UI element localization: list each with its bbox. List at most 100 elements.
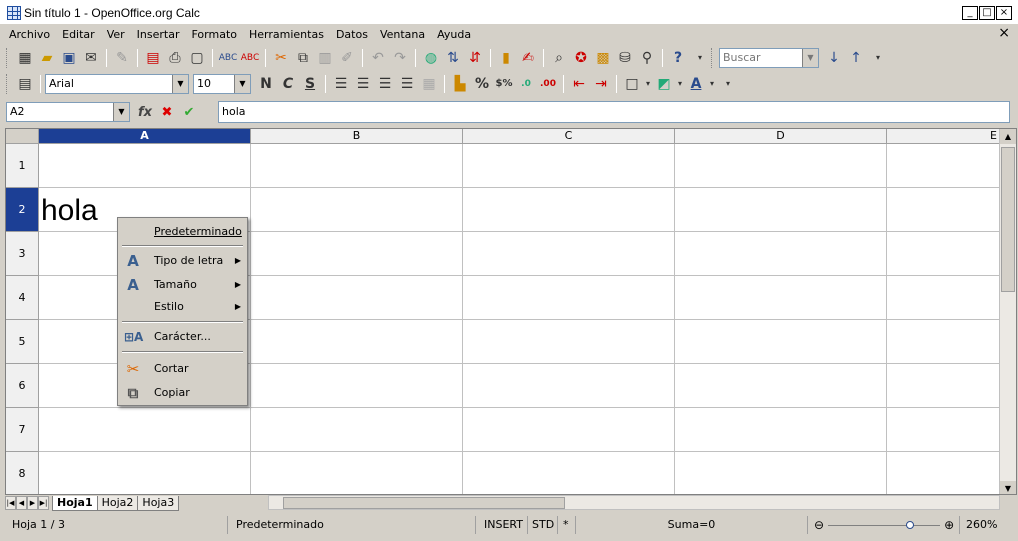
status-page-style[interactable]: Predeterminado — [228, 516, 476, 534]
chart-icon[interactable]: ▮ — [496, 48, 516, 68]
status-selection-mode[interactable]: STD — [528, 516, 558, 534]
sheet-tab-hoja2[interactable]: Hoja2 — [96, 495, 139, 511]
search-combo[interactable]: Buscar ▼ — [719, 48, 819, 68]
row-header-8[interactable]: 8 — [6, 452, 39, 494]
styles-formatting-icon[interactable]: ▤ — [15, 74, 35, 94]
merge-cells-icon[interactable]: ▦ — [419, 74, 439, 94]
status-zoom[interactable]: 260% — [960, 516, 1000, 534]
menu-editar[interactable]: Editar — [56, 28, 101, 41]
email-icon[interactable]: ✉ — [81, 48, 101, 68]
menu-ayuda[interactable]: Ayuda — [431, 28, 477, 41]
increase-indent-icon[interactable]: ⇥ — [591, 74, 611, 94]
toolbar-options-icon[interactable]: ▾ — [690, 48, 710, 68]
cut-icon[interactable]: ✂ — [271, 48, 291, 68]
find-previous-icon[interactable]: ↑ — [846, 48, 866, 68]
column-header-e[interactable]: E — [887, 129, 1000, 144]
underline-button[interactable]: S — [300, 74, 320, 94]
font-name-combo[interactable]: Arial ▼ — [45, 74, 189, 94]
menu-herramientas[interactable]: Herramientas — [243, 28, 330, 41]
align-center-icon[interactable]: ☰ — [353, 74, 373, 94]
sort-ascending-icon[interactable]: ⇅ — [443, 48, 463, 68]
menu-datos[interactable]: Datos — [330, 28, 374, 41]
menu-insertar[interactable]: Insertar — [131, 28, 186, 41]
row-header-5[interactable]: 5 — [6, 320, 39, 364]
sort-descending-icon[interactable]: ⇵ — [465, 48, 485, 68]
data-sources-icon[interactable]: ⛁ — [615, 48, 635, 68]
row-header-3[interactable]: 3 — [6, 232, 39, 276]
toolbar-grip[interactable] — [6, 48, 10, 68]
scroll-thumb[interactable] — [1001, 147, 1015, 292]
name-box[interactable]: A2 ▼ — [6, 102, 130, 122]
standard-format-button[interactable]: $% — [494, 74, 514, 94]
row-header-2[interactable]: 2 — [6, 188, 39, 232]
align-right-icon[interactable]: ☰ — [375, 74, 395, 94]
chevron-down-icon[interactable]: ▼ — [172, 75, 188, 93]
paste-icon[interactable]: ▥ — [315, 48, 335, 68]
menu-item-caracter[interactable]: ⊞A Carácter... — [118, 326, 247, 348]
sheet-tab-hoja3[interactable]: Hoja3 — [137, 495, 180, 511]
format-paintbrush-icon[interactable]: ✐ — [337, 48, 357, 68]
document-close-icon[interactable]: × — [998, 25, 1010, 41]
delete-decimal-button[interactable]: .00 — [538, 74, 558, 94]
chevron-down-icon[interactable]: ▼ — [802, 49, 818, 67]
zoom-out-icon[interactable]: ⊖ — [814, 516, 824, 534]
cell-a2[interactable]: hola — [41, 189, 98, 233]
align-left-icon[interactable]: ☰ — [331, 74, 351, 94]
background-color-icon[interactable]: ◩ — [654, 74, 674, 94]
column-header-a[interactable]: A — [39, 129, 251, 144]
chevron-down-icon[interactable]: ▾ — [644, 74, 652, 94]
spellcheck-icon[interactable]: ABC — [218, 48, 238, 68]
chevron-down-icon[interactable]: ▼ — [113, 103, 129, 121]
zoom-slider[interactable]: ⊖ ⊕ — [808, 516, 960, 534]
cancel-icon[interactable]: ✖ — [156, 105, 178, 120]
close-button[interactable]: × — [996, 6, 1012, 20]
zoom-in-icon[interactable]: ⊕ — [944, 516, 954, 534]
chevron-down-icon[interactable]: ▼ — [234, 75, 250, 93]
status-insert-mode[interactable]: INSERT — [476, 516, 528, 534]
font-size-combo[interactable]: 10 ▼ — [193, 74, 251, 94]
hyperlink-icon[interactable]: ◍ — [421, 48, 441, 68]
menu-ventana[interactable]: Ventana — [374, 28, 431, 41]
edit-file-icon[interactable]: ✎ — [112, 48, 132, 68]
scroll-up-icon[interactable]: ▲ — [1000, 129, 1016, 144]
toolbar-options-icon[interactable]: ▾ — [718, 74, 738, 94]
menu-item-cortar[interactable]: ✂ Cortar — [118, 358, 247, 380]
menu-item-estilo[interactable]: Estilo ▶ — [118, 296, 247, 318]
column-header-c[interactable]: C — [463, 129, 675, 144]
zoom-icon[interactable]: ⚲ — [637, 48, 657, 68]
scroll-down-icon[interactable]: ▼ — [1000, 481, 1016, 494]
undo-icon[interactable]: ↶ — [368, 48, 388, 68]
open-folder-icon[interactable]: ▰ — [37, 48, 57, 68]
row-header-6[interactable]: 6 — [6, 364, 39, 408]
save-icon[interactable]: ▣ — [59, 48, 79, 68]
last-sheet-icon[interactable]: ▶| — [38, 496, 49, 510]
zoom-track[interactable] — [828, 520, 941, 529]
menu-archivo[interactable]: Archivo — [0, 28, 56, 41]
decrease-indent-icon[interactable]: ⇤ — [569, 74, 589, 94]
first-sheet-icon[interactable]: |◀ — [5, 496, 16, 510]
chevron-down-icon[interactable]: ▾ — [708, 74, 716, 94]
row-header-4[interactable]: 4 — [6, 276, 39, 320]
new-document-icon[interactable]: ▦ — [15, 48, 35, 68]
horizontal-scrollbar[interactable] — [268, 495, 1000, 510]
scroll-thumb[interactable] — [283, 497, 565, 509]
help-icon[interactable]: ? — [668, 48, 688, 68]
menu-item-copiar[interactable]: ⧉ Copiar — [118, 382, 247, 404]
italic-button[interactable]: C — [278, 74, 298, 94]
menu-item-tamano[interactable]: A Tamaño ▶ — [118, 274, 247, 296]
toolbar-grip[interactable] — [6, 74, 10, 94]
formula-input[interactable]: hola — [218, 101, 1010, 123]
print-icon[interactable]: ⎙ — [165, 48, 185, 68]
find-next-icon[interactable]: ↓ — [824, 48, 844, 68]
column-header-d[interactable]: D — [675, 129, 887, 144]
toolbar-options-icon[interactable]: ▾ — [868, 48, 888, 68]
vertical-scrollbar[interactable]: ▲ ▼ — [999, 129, 1016, 494]
copy-icon[interactable]: ⧉ — [293, 48, 313, 68]
borders-icon[interactable]: □ — [622, 74, 642, 94]
gallery-icon[interactable]: ▩ — [593, 48, 613, 68]
add-decimal-button[interactable]: .0 — [516, 74, 536, 94]
chevron-down-icon[interactable]: ▾ — [676, 74, 684, 94]
show-draw-functions-icon[interactable]: ✍ — [518, 48, 538, 68]
function-wizard-icon[interactable]: fx — [134, 105, 156, 120]
row-header-7[interactable]: 7 — [6, 408, 39, 452]
